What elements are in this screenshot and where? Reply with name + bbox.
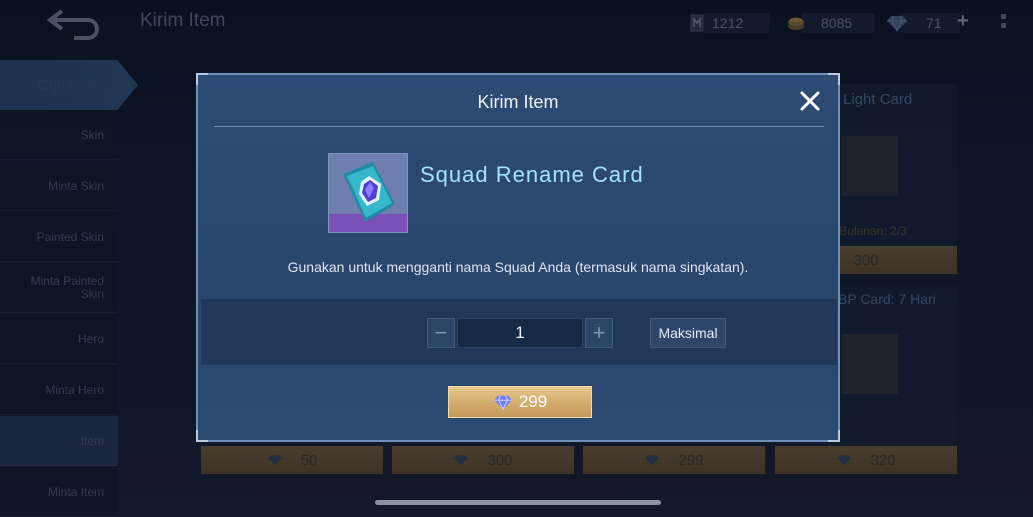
decrease-quantity-button[interactable]: − <box>427 318 455 348</box>
quantity-input[interactable]: 1 <box>457 318 583 348</box>
frame-corner <box>828 73 840 85</box>
close-button[interactable] <box>798 89 822 113</box>
increase-quantity-button[interactable]: + <box>585 318 613 348</box>
item-thumbnail <box>328 153 408 233</box>
diamond-icon <box>493 395 512 410</box>
home-indicator[interactable] <box>375 500 661 505</box>
item-description: Gunakan untuk mengganti nama Squad Anda … <box>287 259 749 275</box>
frame-corner <box>828 430 840 442</box>
dialog-title: Kirim Item <box>477 92 559 112</box>
close-icon <box>800 91 820 111</box>
quantity-panel: − 1 + Maksimal <box>201 299 837 365</box>
purchase-button[interactable]: 299 <box>448 386 592 418</box>
title-divider <box>214 126 824 127</box>
max-quantity-button[interactable]: Maksimal <box>650 318 726 348</box>
rename-card-icon <box>329 154 407 232</box>
frame-corner <box>196 430 208 442</box>
send-item-dialog: Kirim Item Squad Rename Card Gunakan unt… <box>196 73 840 442</box>
item-name: Squad Rename Card <box>420 162 644 187</box>
frame-corner <box>196 73 208 85</box>
price-label: 299 <box>518 392 548 411</box>
